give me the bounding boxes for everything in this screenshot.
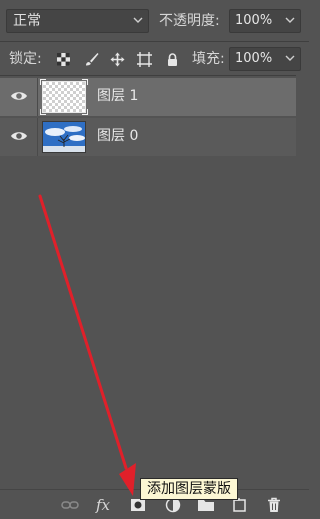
artboard-icon[interactable]	[137, 52, 152, 67]
chevron-down-icon	[285, 55, 295, 61]
fill-label: 填充:	[192, 51, 225, 67]
brush-icon[interactable]	[84, 52, 99, 67]
divider	[37, 118, 38, 156]
move-icon[interactable]	[110, 52, 125, 67]
divider	[0, 41, 309, 42]
fill-value: 100%	[235, 51, 273, 66]
eye-icon[interactable]	[10, 129, 28, 143]
chevron-down-icon	[133, 17, 143, 23]
sky-tree-image	[43, 122, 85, 152]
blend-opacity-row: 正常 不透明度: 100%	[0, 0, 309, 41]
lock-transparent-pixels-icon[interactable]	[56, 52, 71, 67]
fx-icon[interactable]: fx	[96, 497, 110, 513]
layer-row[interactable]: 图层 1	[0, 78, 296, 116]
layer-thumbnail[interactable]	[40, 79, 88, 115]
layer-thumbnail[interactable]	[42, 121, 86, 153]
eye-icon[interactable]	[10, 89, 28, 103]
tooltip: 添加图层蒙版	[140, 478, 238, 500]
tooltip-text: 添加图层蒙版	[147, 481, 231, 497]
opacity-value: 100%	[235, 13, 273, 28]
lock-label: 锁定:	[9, 51, 42, 67]
divider	[37, 78, 38, 116]
opacity-input[interactable]: 100%	[229, 9, 301, 33]
trash-icon[interactable]	[266, 497, 282, 513]
selection-corners-icon	[40, 79, 88, 115]
layer-name[interactable]: 图层 1	[97, 86, 138, 106]
fill-input[interactable]: 100%	[229, 47, 301, 71]
opacity-label: 不透明度:	[159, 13, 220, 29]
layer-name[interactable]: 图层 0	[97, 126, 138, 146]
scrollbar-track[interactable]	[296, 74, 309, 489]
blend-mode-value: 正常	[13, 13, 41, 29]
link-icon[interactable]	[61, 497, 79, 513]
divider	[0, 75, 309, 76]
chevron-down-icon	[285, 17, 295, 23]
layer-row[interactable]: 图层 0	[0, 118, 296, 156]
blend-mode-select[interactable]: 正常	[6, 9, 149, 33]
lock-all-icon[interactable]	[165, 52, 180, 67]
